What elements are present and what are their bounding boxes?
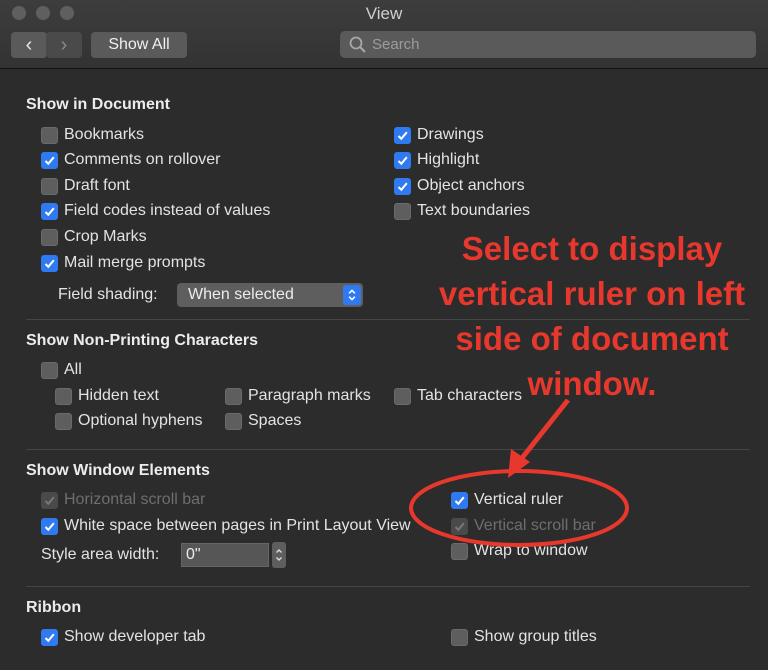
checkbox-label: Wrap to window (474, 542, 588, 559)
checkbox-horizontal-scroll-bar: Horizontal scroll bar (41, 490, 205, 510)
checkmark-icon (41, 254, 58, 272)
forward-button[interactable]: › (46, 32, 82, 58)
checkbox-paragraph-marks[interactable]: Paragraph marks (225, 386, 371, 406)
checkbox-label: Horizontal scroll bar (64, 491, 206, 508)
section-title-ribbon: Ribbon (26, 599, 82, 616)
checkbox-box (41, 126, 58, 144)
checkbox-label: Field codes instead of values (64, 202, 271, 219)
checkmark-icon (394, 151, 411, 169)
back-button[interactable]: ‹ (11, 32, 47, 58)
checkbox-all[interactable]: All (41, 360, 82, 380)
checkbox-label: Show developer tab (64, 628, 206, 645)
section-title-window-elements: Show Window Elements (26, 462, 210, 479)
section-title-non-printing: Show Non-Printing Characters (26, 332, 259, 349)
checkbox-field-codes[interactable]: Field codes instead of values (41, 201, 270, 221)
checkbox-box (225, 387, 242, 405)
checkbox-object-anchors[interactable]: Object anchors (394, 176, 525, 196)
annotation-text: Select to display vertical ruler on left… (438, 230, 746, 402)
search-placeholder: Search (372, 36, 420, 53)
chevron-right-icon: › (60, 34, 68, 56)
checkbox-label: All (64, 361, 82, 378)
checkmark-icon (41, 628, 58, 646)
checkbox-label: Spaces (248, 412, 302, 429)
up-down-arrows-icon (343, 285, 361, 305)
field-shading-label: Field shading: (58, 286, 158, 303)
search-icon (349, 36, 366, 53)
checkbox-highlight[interactable]: Highlight (394, 150, 479, 170)
checkbox-label: Mail merge prompts (64, 254, 206, 271)
checkbox-show-developer-tab[interactable]: Show developer tab (41, 627, 205, 647)
checkbox-box (41, 177, 58, 195)
checkbox-box (55, 387, 72, 405)
checkbox-label: Vertical scroll bar (474, 517, 596, 534)
checkbox-show-group-titles[interactable]: Show group titles (451, 627, 597, 647)
checkbox-box (41, 361, 58, 379)
style-area-stepper[interactable] (272, 542, 286, 568)
checkbox-box (41, 228, 58, 246)
show-all-button[interactable]: Show All (91, 32, 187, 58)
checkbox-label: Draft font (64, 177, 130, 194)
field-shading-value: When selected (188, 286, 294, 303)
checkbox-box (55, 412, 72, 430)
checkbox-label: Show group titles (474, 628, 597, 645)
chevron-left-icon: ‹ (25, 34, 33, 56)
checkbox-label: Highlight (417, 151, 480, 168)
checkbox-hidden-text[interactable]: Hidden text (55, 386, 159, 406)
checkmark-icon (41, 151, 58, 169)
style-area-width-input[interactable]: 0" (181, 543, 269, 567)
search-input[interactable]: Search (340, 31, 756, 58)
checkbox-wrap-to-window[interactable]: Wrap to window (451, 541, 588, 561)
up-down-arrows-icon (276, 549, 282, 561)
checkbox-label: Text boundaries (417, 202, 530, 219)
section-title-show-in-document: Show in Document (26, 96, 170, 113)
checkbox-label: Bookmarks (64, 126, 145, 143)
checkbox-white-space[interactable]: White space between pages in Print Layou… (41, 516, 411, 536)
checkbox-spaces[interactable]: Spaces (225, 411, 301, 431)
style-area-width-label: Style area width: (41, 546, 160, 563)
checkbox-label: Comments on rollover (64, 151, 221, 168)
checkmark-icon (41, 202, 58, 220)
checkbox-box (225, 412, 242, 430)
checkmark-icon (41, 517, 58, 535)
checkbox-comments-on-rollover[interactable]: Comments on rollover (41, 150, 221, 170)
checkbox-label: Object anchors (417, 177, 525, 194)
arrow-head-icon (508, 449, 530, 478)
checkbox-mail-merge-prompts[interactable]: Mail merge prompts (41, 253, 205, 273)
field-shading-select[interactable]: When selected (177, 283, 363, 307)
checkbox-drawings[interactable]: Drawings (394, 125, 484, 145)
checkbox-label: Paragraph marks (248, 387, 371, 404)
checkmark-icon (451, 491, 468, 509)
window-title: View (365, 4, 403, 23)
checkbox-label: Drawings (417, 126, 484, 143)
section-divider (26, 586, 750, 587)
checkbox-vertical-scroll-bar: Vertical scroll bar (451, 516, 596, 536)
checkmark-icon (394, 126, 411, 144)
checkbox-label: Hidden text (78, 387, 159, 404)
checkbox-label: White space between pages in Print Layou… (64, 517, 411, 534)
checkbox-draft-font[interactable]: Draft font (41, 176, 130, 196)
checkmark-icon (41, 491, 58, 509)
checkbox-crop-marks[interactable]: Crop Marks (41, 227, 147, 247)
checkbox-label: Crop Marks (64, 228, 147, 245)
checkbox-vertical-ruler[interactable]: Vertical ruler (451, 490, 563, 510)
checkbox-optional-hyphens[interactable]: Optional hyphens (55, 411, 203, 431)
checkbox-box (451, 542, 468, 560)
title-bar: View ‹ › Show All Search (0, 0, 768, 69)
checkbox-label: Vertical ruler (474, 491, 563, 508)
checkmark-icon (451, 517, 468, 535)
checkbox-bookmarks[interactable]: Bookmarks (41, 125, 144, 145)
checkmark-icon (394, 177, 411, 195)
checkbox-box (451, 628, 468, 646)
section-divider (26, 449, 750, 450)
checkbox-box (394, 202, 411, 220)
checkbox-label: Optional hyphens (78, 412, 203, 429)
checkbox-box (394, 387, 411, 405)
checkbox-text-boundaries[interactable]: Text boundaries (394, 201, 530, 221)
